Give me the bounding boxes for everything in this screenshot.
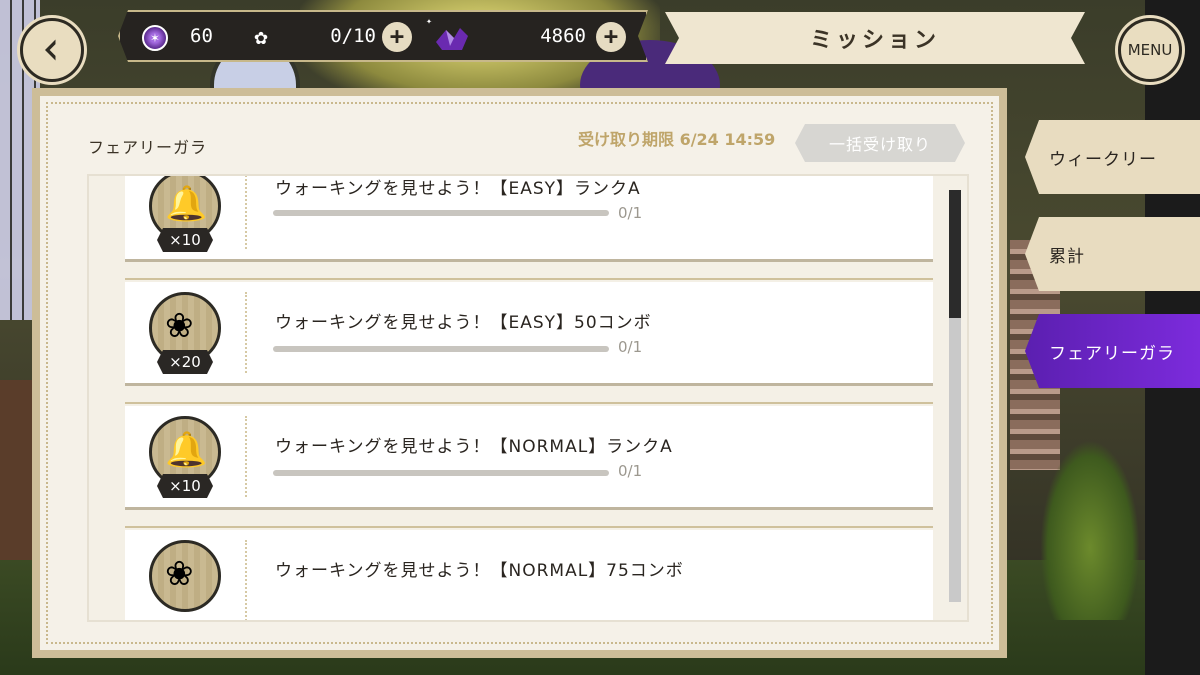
claim-deadline: 受け取り期限 6/24 14:59 <box>578 130 776 149</box>
mission-row: 🔔 ×10 ウォーキングを見せよう！【NORMAL】ランクA 0/1 <box>125 402 933 510</box>
scrollbar-thumb[interactable] <box>949 190 961 318</box>
page-title: ミッション <box>665 12 1085 64</box>
ticket-count: 4860 <box>540 25 586 47</box>
flower-icon: ❀ <box>165 554 194 594</box>
resource-bar: ✶ 60 ✿ 0/10 + ✦ 4860 + <box>118 10 648 62</box>
progress-text: 0/1 <box>618 204 643 222</box>
arrow-left-icon <box>45 39 56 61</box>
add-ticket-button[interactable]: + <box>596 22 626 52</box>
mission-panel: フェアリーガラ 受け取り期限 6/24 14:59 一括受け取り 🔔 ×10 ウ… <box>32 88 1007 658</box>
mission-title: ウォーキングを見せよう！【EASY】ランクA <box>275 179 641 199</box>
menu-button[interactable]: MENU <box>1118 18 1182 82</box>
claim-all-button[interactable]: 一括受け取り <box>795 124 965 162</box>
ticket-icon <box>432 20 472 56</box>
mission-title: ウォーキングを見せよう！【NORMAL】75コンボ <box>275 561 684 581</box>
bell-icon: 🔔 <box>165 184 208 224</box>
row-divider <box>245 416 247 497</box>
flower-icon: ✿ <box>254 25 268 50</box>
reward-badge: ❀ <box>143 538 225 620</box>
row-divider <box>245 176 247 249</box>
progress-bar <box>273 470 609 476</box>
mission-title: ウォーキングを見せよう！【NORMAL】ランクA <box>275 437 673 457</box>
panel-inner: フェアリーガラ 受け取り期限 6/24 14:59 一括受け取り 🔔 ×10 ウ… <box>40 96 999 650</box>
gem-count: 60 <box>190 25 213 47</box>
add-stamina-button[interactable]: + <box>382 22 412 52</box>
tab-fairy-gala[interactable]: フェアリーガラ <box>1025 314 1200 388</box>
scrollbar[interactable] <box>949 190 961 602</box>
tab-cumulative[interactable]: 累計 <box>1025 217 1200 291</box>
mission-list[interactable]: 🔔 ×10 ウォーキングを見せよう！【EASY】ランクA 0/1 ❀ ×20 ウ… <box>87 174 969 622</box>
reward-badge: 🔔 ×10 <box>143 176 225 252</box>
progress-text: 0/1 <box>618 338 643 356</box>
reward-quantity: ×10 <box>157 474 213 498</box>
reward-badge: ❀ ×20 <box>143 290 225 372</box>
mission-row: ❀ ×20 ウォーキングを見せよう！【EASY】50コンボ 0/1 <box>125 278 933 386</box>
reward-badge: 🔔 ×10 <box>143 414 225 496</box>
tab-weekly[interactable]: ウィークリー <box>1025 120 1200 194</box>
back-button[interactable] <box>20 18 84 82</box>
progress-bar <box>273 346 609 352</box>
mission-row: ❀ ウォーキングを見せよう！【NORMAL】75コンボ <box>125 526 933 620</box>
reward-quantity: ×10 <box>157 228 213 252</box>
mission-title: ウォーキングを見せよう！【EASY】50コンボ <box>275 313 652 333</box>
stamina-count: 0/10 <box>330 25 376 47</box>
progress-text: 0/1 <box>618 462 643 480</box>
row-divider <box>245 292 247 373</box>
bell-icon: 🔔 <box>165 430 208 470</box>
row-divider <box>245 540 247 620</box>
background-plant <box>1040 440 1140 620</box>
sparkle-icon: ✦ <box>426 16 433 27</box>
progress-bar <box>273 210 609 216</box>
reward-quantity: ×20 <box>157 350 213 374</box>
gem-icon: ✶ <box>142 25 168 51</box>
panel-title: フェアリーガラ <box>88 138 208 157</box>
mission-row: 🔔 ×10 ウォーキングを見せよう！【EASY】ランクA 0/1 <box>125 176 933 262</box>
flower-icon: ❀ <box>165 306 194 346</box>
